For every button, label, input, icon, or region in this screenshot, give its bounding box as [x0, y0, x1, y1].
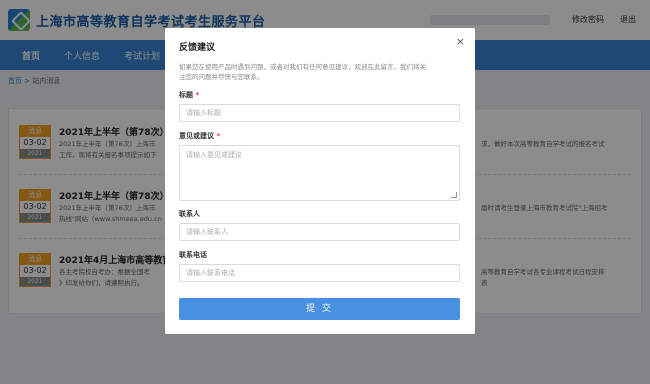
dialog-description: 如果您在使用产品时遇到问题，或者对我们有任何意见建议，欢迎在此留言，我们将关 注… [179, 62, 461, 82]
contact-label: 联系人 [179, 210, 200, 218]
suggestion-label-text: 意见或建议 [179, 132, 214, 140]
suggestion-placeholder: 请输入意见或建议 [186, 151, 242, 159]
phone-input[interactable]: 请输入联系电话 [179, 264, 460, 282]
feedback-dialog: 反馈建议 × 如果您在使用产品时遇到问题，或者对我们有任何意见建议，欢迎在此留言… [165, 28, 475, 334]
required-mark: * [216, 132, 221, 140]
dialog-title: 反馈建议 [179, 43, 216, 53]
dialog-description-line: 注您的问题并尽快与您联系。 [179, 73, 264, 81]
title-label-text: 标题 [179, 91, 193, 99]
close-icon[interactable]: × [456, 35, 465, 48]
title-field-group: 标题 * 请输入标题 [179, 90, 461, 122]
phone-label: 联系电话 [179, 251, 207, 259]
required-mark: * [195, 91, 200, 99]
title-label: 标题 * [179, 90, 461, 100]
phone-field-group: 联系电话 请输入联系电话 [179, 250, 461, 282]
title-input[interactable]: 请输入标题 [179, 104, 460, 122]
suggestion-textarea[interactable]: 请输入意见或建议 [179, 145, 460, 201]
contact-input[interactable]: 请输入联系人 [179, 223, 460, 241]
dialog-description-line: 如果您在使用产品时遇到问题，或者对我们有任何意见建议，欢迎在此留言，我们将关 [179, 63, 426, 71]
submit-button[interactable]: 提 交 [179, 298, 460, 320]
suggestion-field-group: 意见或建议 * 请输入意见或建议 [179, 131, 461, 201]
resize-handle-icon[interactable] [451, 192, 457, 198]
contact-field-group: 联系人 请输入联系人 [179, 209, 461, 241]
suggestion-label: 意见或建议 * [179, 131, 461, 141]
